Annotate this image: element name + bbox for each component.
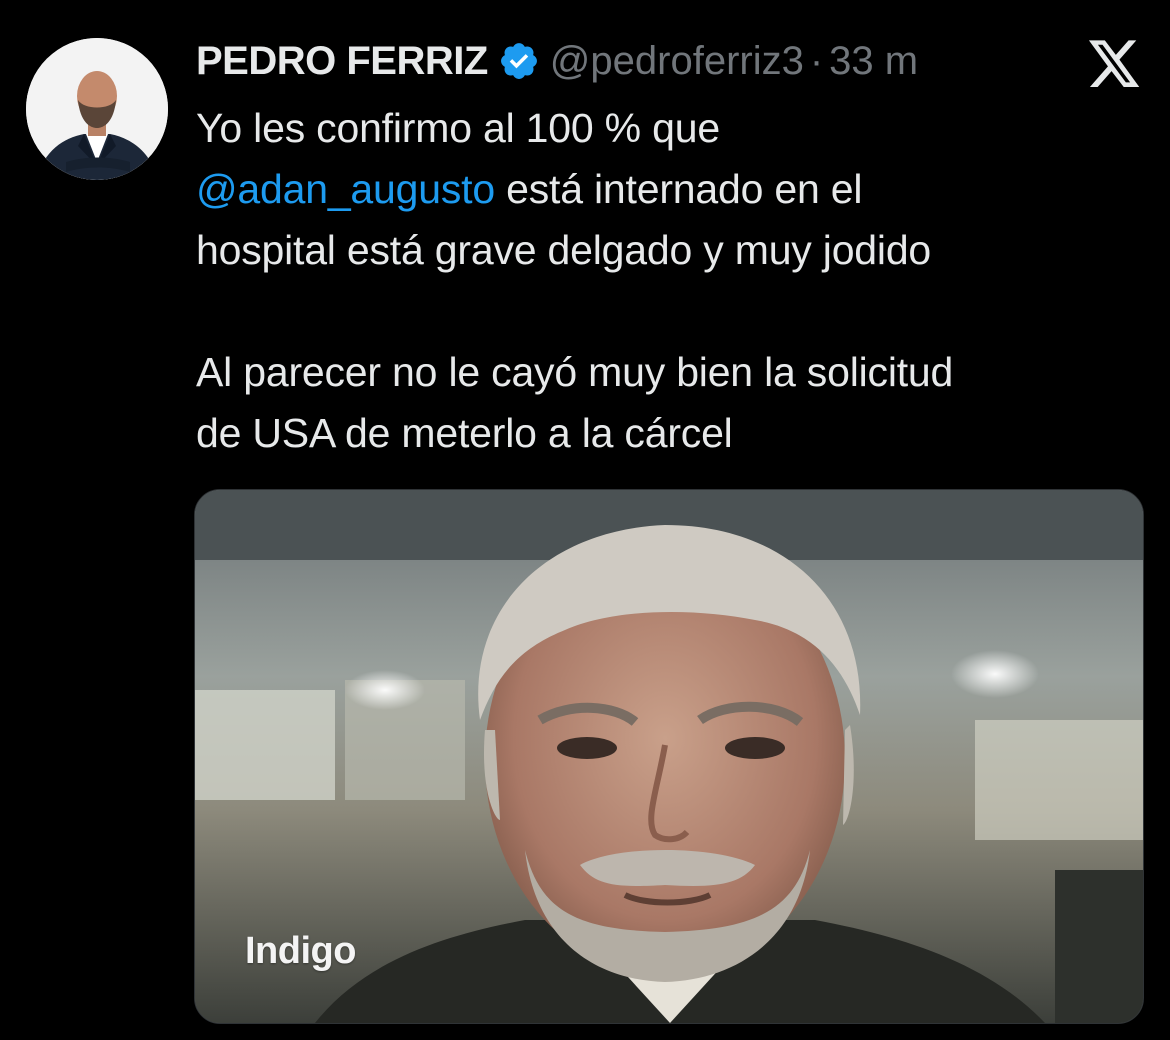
x-logo-icon (1086, 40, 1142, 92)
author-handle[interactable]: @pedroferriz3 (550, 39, 804, 84)
tweet-text-line: Yo les confirmo al 100 % que (196, 105, 720, 151)
author-display-name[interactable]: PEDRO FERRIZ (196, 39, 488, 84)
tweet-timestamp[interactable]: 33 m (829, 39, 918, 84)
tweet-media-image[interactable]: Indigo (194, 489, 1144, 1024)
tweet-header: PEDRO FERRIZ @pedroferriz3 · 33 m (196, 36, 918, 86)
tweet-card[interactable]: PEDRO FERRIZ @pedroferriz3 · 33 m Yo les… (0, 0, 1170, 1040)
verified-badge-icon[interactable] (498, 40, 540, 82)
tweet-text-line: de USA de meterlo a la cárcel (196, 410, 733, 456)
header-separator: · (809, 38, 824, 83)
media-watermark: Indigo (245, 930, 356, 972)
tweet-text-line: hospital está grave delgado y muy jodido (196, 227, 932, 273)
tweet-text-line: @adan_augusto está internado en el (196, 159, 1126, 220)
mention-link[interactable]: @adan_augusto (196, 166, 495, 212)
tweet-text-fragment: está internado en el (494, 166, 863, 212)
author-avatar[interactable] (26, 38, 168, 180)
tweet-text-line: Al parecer no le cayó muy bien la solici… (196, 349, 954, 395)
tweet-text: Yo les confirmo al 100 % que @adan_augus… (196, 98, 1126, 464)
